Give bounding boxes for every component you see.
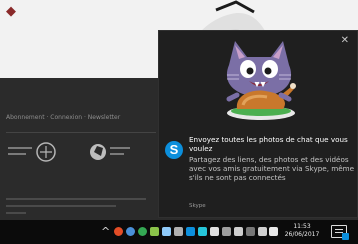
chrome-icon[interactable] (138, 227, 147, 236)
clock-date: 26/06/2017 (284, 231, 320, 239)
close-icon[interactable]: ✕ (341, 35, 349, 46)
site-logo: ◆ (6, 4, 17, 19)
wifi-icon[interactable] (258, 227, 267, 236)
skype-logo-icon: S (165, 141, 183, 159)
cat-roast-chicken-illustration (226, 41, 296, 120)
app-tray-icon[interactable] (150, 227, 159, 236)
network-tray-icon[interactable] (126, 227, 135, 236)
toast-title: Envoyez toutes les photos de chat que vo… (189, 135, 348, 154)
usb-icon[interactable] (210, 227, 219, 236)
keyboard-icon[interactable] (234, 227, 243, 236)
toast-app-name: Skype (189, 203, 206, 209)
background-nav[interactable]: Abonnement · Connexion · Newsletter (6, 114, 120, 121)
clock-time: 11:53 (293, 223, 311, 230)
notification-badge (342, 233, 349, 240)
skype-tray-icon[interactable] (186, 227, 195, 236)
clock[interactable]: 11:53 26/06/2017 (280, 223, 324, 239)
background-footer (6, 198, 146, 214)
firefox-icon[interactable] (114, 227, 123, 236)
partner-logo-left (6, 141, 60, 166)
onedrive-icon[interactable] (198, 227, 207, 236)
printer-icon[interactable] (246, 227, 255, 236)
skype-toast-notification[interactable]: ✕ S Envoyez toutes les photos de chat qu… (158, 30, 358, 218)
partner-logo-right (88, 141, 138, 166)
cloud-icon[interactable] (162, 227, 171, 236)
device-icon[interactable] (174, 227, 183, 236)
volume-icon[interactable] (269, 227, 278, 236)
divider (6, 132, 156, 133)
show-hidden-icons-chevron-icon[interactable]: ^ (101, 225, 110, 238)
toast-body: Partagez des liens, des photos et des vi… (189, 155, 355, 183)
taskbar: ^ 11:53 26/06/2017 (0, 220, 358, 244)
action-center-icon[interactable] (331, 225, 349, 240)
monitor-icon[interactable] (222, 227, 231, 236)
